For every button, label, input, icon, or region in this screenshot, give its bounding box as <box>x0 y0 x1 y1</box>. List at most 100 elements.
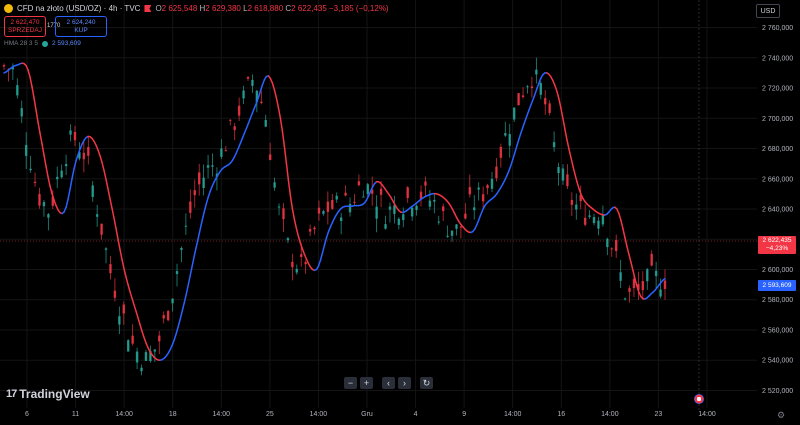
x-tick-label: 4 <box>414 411 418 418</box>
tradingview-logo[interactable]: 17 TradingView <box>6 387 90 401</box>
hma-segment <box>53 199 57 207</box>
hma-segment <box>209 185 214 192</box>
candle-body <box>499 146 503 158</box>
candle-body <box>16 85 19 96</box>
candle-body <box>517 93 520 106</box>
candle-body <box>166 311 170 321</box>
zoom-out-button[interactable]: − <box>344 377 357 389</box>
candle-body <box>206 165 210 168</box>
hma-segment <box>181 301 186 312</box>
indicator-value: 2 593,609 <box>51 40 81 47</box>
candle-body <box>242 90 245 99</box>
candle-body <box>144 352 148 361</box>
hma-segment <box>259 84 264 93</box>
candle-body <box>464 213 467 219</box>
scroll-left-button[interactable]: ‹ <box>382 377 395 389</box>
hma-segment <box>508 164 512 172</box>
us-flag-icon[interactable] <box>694 394 704 404</box>
candle-body <box>339 217 343 222</box>
candle-body <box>388 206 392 210</box>
candle-body <box>366 184 369 194</box>
gold-symbol-icon <box>4 4 13 13</box>
candle-body <box>455 224 458 229</box>
reset-chart-button[interactable]: ↻ <box>420 377 433 389</box>
hma-segment <box>568 147 572 158</box>
candle-body <box>530 86 534 89</box>
candle-body <box>113 290 117 298</box>
y-tick-label: 2 720,000 <box>762 86 793 93</box>
hma-segment <box>179 310 184 320</box>
buy-button[interactable]: 2 624,240 KUP <box>55 16 107 37</box>
candle-body <box>313 227 316 230</box>
candle-body <box>588 215 591 217</box>
hma-segment <box>325 230 330 239</box>
hma-segment <box>99 155 103 164</box>
hma-segment <box>245 122 250 130</box>
hma-segment <box>524 115 528 123</box>
sell-button[interactable]: 2 622,470 SPRZEDAJ <box>4 16 46 37</box>
candle-body <box>410 207 414 217</box>
hma-segment <box>620 219 624 230</box>
currency-selector[interactable]: USD <box>756 4 780 18</box>
y-tick-label: 2 760,000 <box>762 25 793 32</box>
hma-segment <box>632 269 636 280</box>
flag-icon[interactable] <box>144 5 152 12</box>
x-tick-label: 14:00 <box>310 411 328 418</box>
hma-segment <box>616 208 620 215</box>
candle-body <box>424 181 427 186</box>
hma-segment <box>271 82 276 91</box>
time-axis: 6 11 14:00 18 14:00 25 14:00 Gru 4 9 14:00 16 14:00 2… <box>25 411 716 418</box>
hma-segment <box>111 208 115 220</box>
candle-body <box>508 134 511 146</box>
hma-segment <box>247 117 252 125</box>
candle-body <box>468 187 472 195</box>
candle-body <box>606 238 609 248</box>
candle-body <box>317 207 321 214</box>
price-chart[interactable]: 2 760,000 2 740,000 2 720,000 2 700,000 2 68… <box>0 0 800 425</box>
candle-body <box>646 269 649 282</box>
x-tick-label: 23 <box>655 411 663 418</box>
candle-body <box>29 168 32 171</box>
settings-icon[interactable]: ⚙ <box>777 410 785 421</box>
candle-body <box>162 315 165 319</box>
candle-body <box>583 217 587 225</box>
hma-segment <box>269 77 274 84</box>
hma-segment <box>129 291 133 300</box>
hma-segment <box>301 248 306 256</box>
hma-segment <box>566 138 570 150</box>
hma-segment <box>45 165 49 178</box>
x-tick-label: 18 <box>169 411 177 418</box>
candle-body <box>295 268 298 273</box>
scroll-right-button[interactable]: › <box>398 377 411 389</box>
candle-body <box>477 187 480 190</box>
buy-label: KUP <box>74 26 88 34</box>
hma-segment <box>477 214 482 221</box>
candle-body <box>233 126 236 131</box>
candle-body <box>122 304 125 314</box>
hma-segment <box>187 274 192 286</box>
hma-segment <box>141 331 145 339</box>
candle-body <box>33 181 37 184</box>
candle-body <box>446 235 449 237</box>
symbol-title[interactable]: CFD na złoto (USD/OZ) · 4h · TVC <box>17 4 140 13</box>
hma-segment <box>526 109 530 117</box>
candle-body <box>379 188 383 195</box>
hma-segment <box>281 130 286 148</box>
candle-body <box>353 201 356 203</box>
candle-body <box>415 205 418 211</box>
candle-body <box>304 262 307 265</box>
zoom-in-button[interactable]: + <box>360 377 373 389</box>
hma-segment <box>297 235 302 244</box>
x-tick-label: 14:00 <box>601 411 619 418</box>
hma-segment <box>518 132 522 141</box>
hma-segment <box>622 227 626 239</box>
hma-segment <box>133 304 137 313</box>
reset-controls: ↻ <box>420 377 433 389</box>
candle-body <box>601 214 605 225</box>
candle-body <box>481 194 485 202</box>
y-tick-label: 2 600,000 <box>762 267 793 274</box>
indicator-legend[interactable]: HMA 28 3 5 2 593,609 <box>4 40 81 47</box>
candle-body <box>104 248 108 250</box>
candle-body <box>490 178 494 189</box>
hma-segment <box>570 156 574 167</box>
